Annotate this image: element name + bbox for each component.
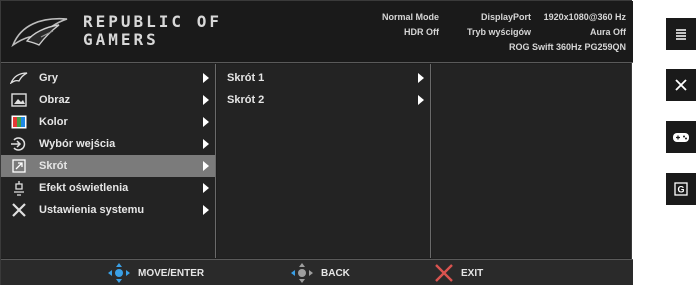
gamepad-icon	[673, 133, 689, 142]
status-hdr: HDR Off	[404, 27, 439, 37]
chevron-right-icon	[203, 183, 209, 193]
status-input-block: DisplayPort Tryb wyścigów	[449, 10, 531, 40]
lighting-icon	[5, 177, 33, 199]
menu-item-wybor-wejscia[interactable]: Wybór wejścia	[1, 133, 215, 155]
move-enter-hint: MOVE/ENTER	[106, 260, 204, 285]
gameplus-icon: G	[674, 182, 688, 196]
status-resolution: 1920x1080@360 Hz	[543, 12, 626, 22]
color-icon	[5, 111, 33, 133]
status-input-mode: Tryb wyścigów	[466, 27, 531, 37]
brand-line1: REPUBLIC OF	[83, 12, 222, 31]
submenu-item-label: Skrót 1	[227, 72, 265, 84]
side-key-close[interactable]	[666, 69, 696, 101]
status-mode-block: Normal Mode HDR Off	[349, 10, 439, 40]
gamepad-blade-icon	[5, 67, 33, 89]
chevron-right-icon	[418, 95, 424, 105]
exit-x-icon	[435, 264, 453, 282]
brand-text: REPUBLIC OF GAMERS	[83, 13, 222, 49]
menu-icon	[676, 29, 686, 40]
joystick-move-icon	[108, 263, 130, 283]
tools-icon	[5, 199, 33, 221]
submenu-item-skrot-2[interactable]: Skrót 2	[217, 89, 430, 111]
status-display-block: 1920x1080@360 Hz Aura Off	[521, 10, 626, 40]
joystick-back-icon	[291, 263, 313, 283]
chevron-right-icon	[203, 95, 209, 105]
menu-item-efekt-oswietlenia[interactable]: Efekt oświetlenia	[1, 177, 215, 199]
osd-footer: MOVE/ENTER BACK EXIT	[1, 259, 633, 285]
menu-item-obraz[interactable]: Obraz	[1, 89, 215, 111]
osd-panel: REPUBLIC OF GAMERS Normal Mode HDR Off D…	[0, 0, 633, 285]
menu-item-kolor[interactable]: Kolor	[1, 111, 215, 133]
submenu-item-skrot-1[interactable]: Skrót 1	[217, 67, 430, 89]
chevron-right-icon	[203, 139, 209, 149]
chevron-right-icon	[418, 73, 424, 83]
menu-item-label: Efekt oświetlenia	[39, 182, 129, 194]
chevron-right-icon	[203, 73, 209, 83]
menu-item-skrot[interactable]: Skrót	[1, 155, 215, 177]
shortcut-icon	[5, 155, 33, 177]
menu-item-label: Obraz	[39, 94, 71, 106]
chevron-right-icon	[203, 205, 209, 215]
status-aura: Aura Off	[590, 27, 626, 37]
status-mode: Normal Mode	[381, 12, 439, 22]
osd-header: REPUBLIC OF GAMERS Normal Mode HDR Off D…	[1, 1, 633, 63]
side-key-gameplus[interactable]: G	[666, 173, 696, 205]
back-hint: BACK	[289, 260, 350, 285]
menu-item-label: Ustawienia systemu	[39, 204, 145, 216]
exit-label: EXIT	[461, 267, 484, 279]
chevron-right-icon	[203, 117, 209, 127]
input-icon	[5, 133, 33, 155]
menu-item-gry[interactable]: Gry	[1, 67, 215, 89]
image-icon	[5, 89, 33, 111]
menu-item-label: Kolor	[39, 116, 68, 128]
main-menu: Gry Obraz Kolor Wybór wejścia Skrót Efek…	[1, 64, 216, 258]
gameplus-letter: G	[677, 185, 684, 195]
chevron-right-icon	[203, 161, 209, 171]
side-key-menu[interactable]	[666, 18, 696, 50]
detail-panel	[432, 64, 631, 258]
move-enter-label: MOVE/ENTER	[138, 267, 205, 279]
status-model: ROG Swift 360Hz PG259QN	[508, 42, 626, 52]
submenu-item-label: Skrót 2	[227, 94, 265, 106]
menu-item-label: Gry	[39, 72, 58, 84]
menu-item-label: Skrót	[39, 160, 68, 172]
status-input-port: DisplayPort	[480, 12, 531, 22]
close-icon	[675, 79, 687, 91]
back-label: BACK	[321, 267, 350, 279]
side-key-gamevisual[interactable]	[666, 121, 696, 153]
brand-line2: GAMERS	[83, 30, 159, 49]
rog-eye-logo-icon	[11, 17, 68, 48]
sub-menu: Skrót 1 Skrót 2	[217, 64, 431, 258]
menu-item-label: Wybór wejścia	[39, 138, 116, 150]
exit-hint: EXIT	[433, 260, 483, 285]
menu-item-ustawienia-systemu[interactable]: Ustawienia systemu	[1, 199, 215, 221]
